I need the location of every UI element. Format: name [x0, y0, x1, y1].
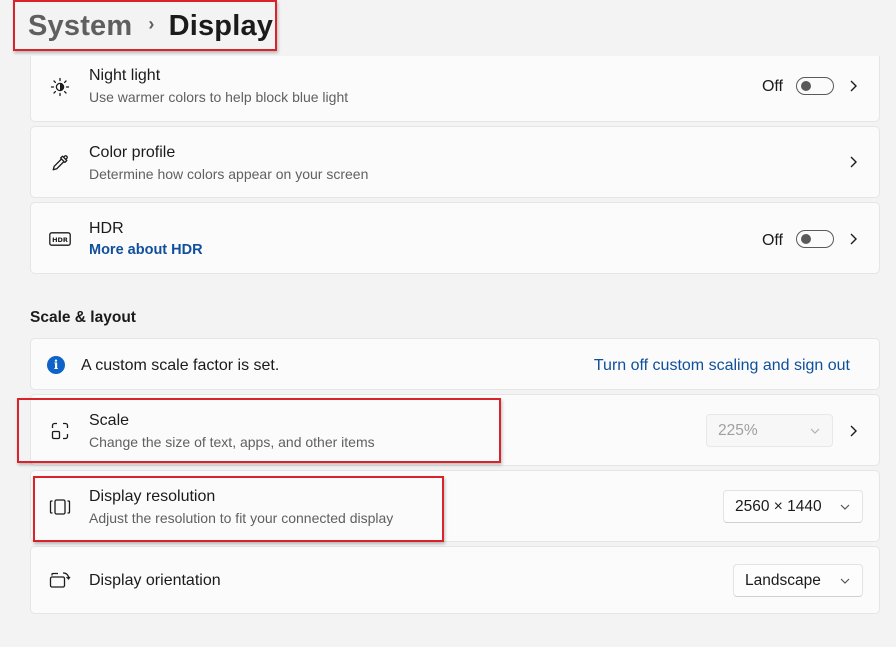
page-title: Display [168, 9, 274, 42]
color-profile-card[interactable]: Color profile Determine how colors appea… [30, 126, 880, 198]
toggle-knob [801, 81, 811, 91]
custom-scale-info-text: A custom scale factor is set. [81, 357, 280, 374]
scale-title: Scale [89, 412, 130, 429]
scale-dropdown: 225% [706, 414, 833, 447]
resolution-dropdown-value: 2560 × 1440 [735, 497, 822, 515]
breadcrumb-separator-icon: › [148, 13, 155, 34]
orientation-dropdown[interactable]: Landscape [733, 564, 863, 597]
custom-scale-info-bar: i A custom scale factor is set. Turn off… [30, 338, 880, 390]
night-light-title: Night light [89, 67, 161, 84]
eyedropper-icon [49, 152, 71, 174]
brightness-icon [49, 76, 71, 98]
resolution-dropdown[interactable]: 2560 × 1440 [723, 490, 863, 523]
hdr-card[interactable]: HDR HDR More about HDR Off [30, 202, 880, 274]
hdr-title: HDR [89, 220, 124, 237]
hdr-state: Off [761, 232, 783, 249]
chevron-right-icon [850, 156, 857, 168]
svg-text:HDR: HDR [52, 236, 68, 244]
display-resolution-title: Display resolution [89, 488, 216, 505]
scale-card[interactable]: Scale Change the size of text, apps, and… [30, 394, 880, 466]
display-orientation-card: Display orientation Landscape [30, 546, 880, 614]
chevron-right-icon [850, 80, 857, 92]
night-light-card[interactable]: Night light Use warmer colors to help bl… [30, 56, 880, 122]
color-profile-subtitle: Determine how colors appear on your scre… [89, 166, 369, 182]
orientation-icon [49, 570, 71, 592]
color-profile-title: Color profile [89, 144, 176, 161]
scale-icon [49, 420, 71, 442]
night-light-subtitle: Use warmer colors to help block blue lig… [89, 89, 349, 105]
section-heading-scale-layout: Scale & layout [30, 309, 136, 326]
more-about-hdr-link[interactable]: More about HDR [89, 242, 203, 258]
chevron-down-icon [840, 578, 850, 584]
display-resolution-card: Display resolution Adjust the resolution… [30, 470, 880, 542]
chevron-right-icon [850, 425, 857, 437]
chevron-down-icon [810, 428, 820, 434]
breadcrumb: System › Display [28, 4, 273, 48]
scale-dropdown-value: 225% [718, 421, 758, 439]
turn-off-custom-scaling-link[interactable]: Turn off custom scaling and sign out [594, 357, 850, 375]
resolution-icon [49, 496, 71, 518]
scale-subtitle: Change the size of text, apps, and other… [89, 434, 375, 450]
orientation-dropdown-value: Landscape [745, 571, 821, 589]
display-settings-page: System › Display Night light Use warmer … [0, 0, 896, 647]
display-resolution-subtitle: Adjust the resolution to fit your connec… [89, 510, 394, 526]
night-light-toggle[interactable] [796, 77, 834, 95]
chevron-right-icon [850, 233, 857, 245]
chevron-down-icon [840, 504, 850, 510]
display-orientation-title: Display orientation [89, 572, 221, 589]
hdr-icon: HDR [49, 228, 71, 250]
info-icon: i [47, 356, 65, 374]
breadcrumb-system[interactable]: System [28, 10, 132, 43]
toggle-knob [801, 234, 811, 244]
night-light-state: Off [761, 78, 783, 95]
hdr-toggle[interactable] [796, 230, 834, 248]
